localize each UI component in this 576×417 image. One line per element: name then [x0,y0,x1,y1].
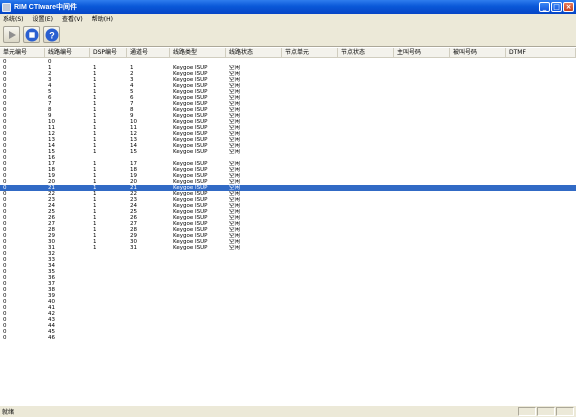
menu-settings[interactable]: 设置(E) [33,14,53,23]
column-header-line-id[interactable]: 线路编号 [45,48,90,58]
menu-view[interactable]: 查看(V) [62,14,83,23]
status-text: 就绪 [2,409,15,416]
column-header-node-status[interactable]: 节点状态 [338,48,394,58]
help-icon: ? [45,28,58,41]
close-button[interactable]: × [563,2,574,12]
column-header-dtmf[interactable]: DTMF [506,48,576,58]
start-button[interactable] [3,26,20,43]
stop-button[interactable] [23,26,40,43]
status-pane-3 [556,407,574,416]
column-header-line-status[interactable]: 线路状态 [226,48,282,58]
svg-text:?: ? [49,30,55,40]
status-pane-1 [518,407,536,416]
menu-bar: 系统(S) 设置(E) 查看(V) 帮助(H) [0,14,576,23]
status-bar: 就绪 [0,405,576,417]
window-title: RIM CTIware中间件 [14,4,78,11]
column-header-unit-id[interactable]: 单元编号 [0,48,45,58]
toolbar: ? [0,23,576,47]
column-header-callee-number[interactable]: 被叫号码 [450,48,506,58]
column-header-line-type[interactable]: 线路类型 [170,48,226,58]
column-header-node-unit[interactable]: 节点单元 [282,48,338,58]
cell-unit-id: 0 [3,335,7,341]
title-bar: RIM CTIware中间件 _ □ × [0,0,576,14]
stop-icon [25,28,38,41]
menu-system[interactable]: 系统(S) [3,14,24,23]
column-header-channel-id[interactable]: 通道号 [127,48,170,58]
cell-line-id: 46 [48,335,55,341]
channel-list[interactable]: 单元编号 线路编号 DSP编号 通道号 线路类型 线路状态 节点单元 节点状态 主叫号码 被叫号码… [0,48,576,404]
column-header-caller-number[interactable]: 主叫号码 [394,48,450,58]
table-row[interactable]: 0 46 [0,335,576,341]
help-button[interactable]: ? [43,26,60,43]
menu-help[interactable]: 帮助(H) [92,14,113,23]
list-rows: 0 0 0 1 1 1 Keygoe ISUP 空闲 0 2 1 2 Keygoe ISUP 空闲 0 3 1 3… [0,59,576,341]
maximize-button[interactable]: □ [551,2,562,12]
list-header: 单元编号 线路编号 DSP编号 通道号 线路类型 线路状态 节点单元 节点状态 主叫号码 被叫号码… [0,48,576,58]
play-icon [8,30,16,39]
minimize-button[interactable]: _ [539,2,550,12]
column-header-dsp-id[interactable]: DSP编号 [90,48,127,58]
status-pane-2 [537,407,555,416]
app-icon [2,2,11,12]
